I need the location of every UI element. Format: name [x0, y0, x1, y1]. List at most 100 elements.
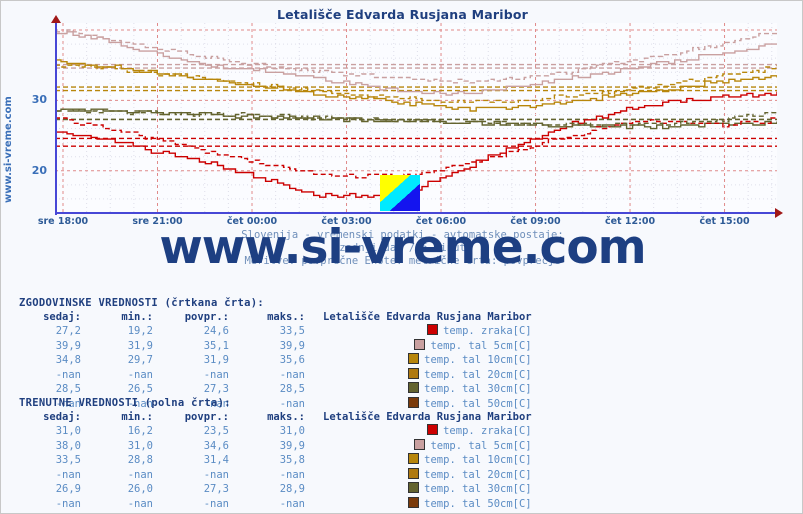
- cell-min: 16,2: [127, 425, 153, 437]
- cell-min: 29,7: [127, 354, 153, 366]
- legend-color-swatch: [408, 482, 420, 493]
- cell-povpr: 31,9: [203, 354, 229, 366]
- current-values-heading: TRENUTNE VREDNOSTI (polna črta):: [19, 397, 231, 409]
- legend-color-swatch: [408, 453, 420, 464]
- chart-subtitle: Slovenija - vremenski podatki - avtomats…: [1, 229, 802, 268]
- cell-min: 31,9: [127, 339, 153, 352]
- cell-maks: 31,0: [279, 425, 305, 437]
- cell-sedaj: 27,2: [55, 325, 81, 337]
- cell-maks: -nan: [279, 368, 305, 381]
- si-vreme-logo: [380, 175, 420, 211]
- legend-entry: temp. tal 10cm[C]: [305, 453, 532, 468]
- x-axis-arrow-icon: [775, 208, 783, 218]
- subtitle-line-2: zadnji dan / 5 minut: [339, 242, 466, 254]
- legend-entry: temp. tal 50cm[C]: [305, 496, 532, 512]
- legend-series-label: temp. tal 50cm[C]: [424, 497, 532, 510]
- col-header-min: min.:: [121, 411, 153, 423]
- cell-sedaj: 33,5: [55, 454, 81, 466]
- table-row: 31,0 16,2 23,5 31,0 temp. zraka[C]: [19, 424, 532, 439]
- cell-maks: 35,8: [279, 454, 305, 466]
- col-header-povpr: povpr.:: [184, 311, 229, 323]
- legend-entry: temp. tal 20cm[C]: [305, 467, 532, 483]
- table-header-row: sedaj: min.: povpr.: maks.: Letališče Ed…: [19, 411, 532, 424]
- col-header-station: Letališče Edvarda Rusjana Maribor: [323, 311, 532, 323]
- y-axis-arrow-icon: [51, 15, 61, 23]
- col-header-maks: maks.:: [267, 411, 305, 423]
- cell-sedaj: 39,9: [55, 339, 81, 352]
- series-lines: [55, 29, 777, 198]
- col-header-sedaj: sedaj:: [43, 311, 81, 323]
- cell-min: 26,5: [127, 383, 153, 395]
- legend-series-label: temp. tal 10cm[C]: [424, 354, 532, 366]
- x-tick-label: čet 09:00: [510, 216, 561, 227]
- cell-min: 28,8: [127, 454, 153, 466]
- cell-min: 31,0: [127, 439, 153, 452]
- legend-series-label: temp. tal 30cm[C]: [424, 383, 532, 395]
- x-tick-label: čet 03:00: [321, 216, 372, 227]
- legend-series-label: temp. tal 20cm[C]: [424, 468, 532, 481]
- legend-entry: temp. tal 10cm[C]: [305, 353, 532, 368]
- cell-sedaj: 28,5: [55, 383, 81, 395]
- series-line: [55, 64, 777, 103]
- cell-maks: 39,9: [279, 339, 305, 352]
- cell-sedaj: -nan: [55, 497, 81, 510]
- col-header-station: Letališče Edvarda Rusjana Maribor: [323, 411, 532, 423]
- table-row: 33,5 28,8 31,4 35,8 temp. tal 10cm[C]: [19, 453, 532, 468]
- col-header-povpr: povpr.:: [184, 411, 229, 423]
- y-tick-label: 30: [31, 93, 47, 107]
- table-row: -nan -nan -nan -nan temp. tal 20cm[C]: [19, 467, 532, 483]
- subtitle-line-1: Slovenija - vremenski podatki - avtomats…: [241, 229, 564, 241]
- cell-min: -nan: [127, 497, 153, 510]
- table-row: -nan -nan -nan -nan temp. tal 50cm[C]: [19, 496, 532, 512]
- current-values-table: sedaj: min.: povpr.: maks.: Letališče Ed…: [19, 411, 532, 511]
- cell-povpr: -nan: [203, 497, 229, 510]
- cell-sedaj: 38,0: [55, 439, 81, 452]
- legend-series-label: temp. zraka[C]: [443, 425, 532, 437]
- x-axis-line: [55, 212, 777, 214]
- x-tick-label: sre 21:00: [132, 216, 183, 227]
- cell-maks: 33,5: [279, 325, 305, 337]
- table-row: 39,9 31,9 35,1 39,9 temp. tal 5cm[C]: [19, 338, 532, 354]
- cell-povpr: 23,5: [203, 425, 229, 437]
- cell-povpr: 24,6: [203, 325, 229, 337]
- historic-values-heading: ZGODOVINSKE VREDNOSTI (črtkana črta):: [19, 297, 264, 309]
- legend-color-swatch: [427, 324, 439, 335]
- legend-color-swatch: [408, 353, 420, 364]
- x-tick-label: čet 12:00: [604, 216, 656, 227]
- historic-values-block: ZGODOVINSKE VREDNOSTI (črtkana črta): se…: [19, 297, 532, 411]
- series-line: [55, 108, 777, 128]
- legend-series-label: temp. tal 5cm[C]: [430, 339, 532, 352]
- col-header-sedaj: sedaj:: [43, 411, 81, 423]
- legend-series-label: temp. tal 10cm[C]: [424, 454, 532, 466]
- legend-series-label: temp. zraka[C]: [443, 325, 532, 337]
- legend-color-swatch: [414, 338, 426, 350]
- x-tick-label: čet 06:00: [415, 216, 467, 227]
- legend-entry: temp. tal 30cm[C]: [305, 482, 532, 497]
- legend-color-swatch: [408, 367, 420, 379]
- cell-maks: 39,9: [279, 439, 305, 452]
- x-tick-label: čet 15:00: [699, 216, 750, 227]
- legend-entry: temp. tal 5cm[C]: [305, 338, 532, 354]
- cell-povpr: -nan: [203, 468, 229, 481]
- cell-min: -nan: [127, 468, 153, 481]
- legend-series-label: temp. tal 20cm[C]: [424, 368, 532, 381]
- cell-min: 19,2: [127, 325, 153, 337]
- page-title: Letališče Edvarda Rusjana Maribor: [276, 7, 529, 22]
- weather-chart-page: Letališče Edvarda Rusjana Maribor www.si…: [0, 0, 803, 514]
- cell-maks: 35,6: [279, 354, 305, 366]
- table-row: -nan -nan -nan -nan temp. tal 20cm[C]: [19, 367, 532, 383]
- cell-povpr: 27,3: [203, 383, 229, 395]
- cell-maks: 28,9: [279, 483, 305, 495]
- cell-sedaj: 31,0: [55, 425, 81, 437]
- cell-sedaj: 34,8: [55, 354, 81, 366]
- cell-maks: 28,5: [279, 383, 305, 395]
- cell-povpr: 31,4: [203, 454, 229, 466]
- table-row: 26,9 26,0 27,3 28,9 temp. tal 30cm[C]: [19, 482, 532, 497]
- table-row: 34,8 29,7 31,9 35,6 temp. tal 10cm[C]: [19, 353, 532, 368]
- cell-maks: -nan: [279, 468, 305, 481]
- table-row: 28,5 26,5 27,3 28,5 temp. tal 30cm[C]: [19, 382, 532, 397]
- cell-povpr: -nan: [203, 368, 229, 381]
- x-tick-label: sre 18:00: [37, 216, 89, 227]
- y-tick-label: 20: [31, 163, 47, 177]
- legend-color-swatch: [414, 438, 426, 450]
